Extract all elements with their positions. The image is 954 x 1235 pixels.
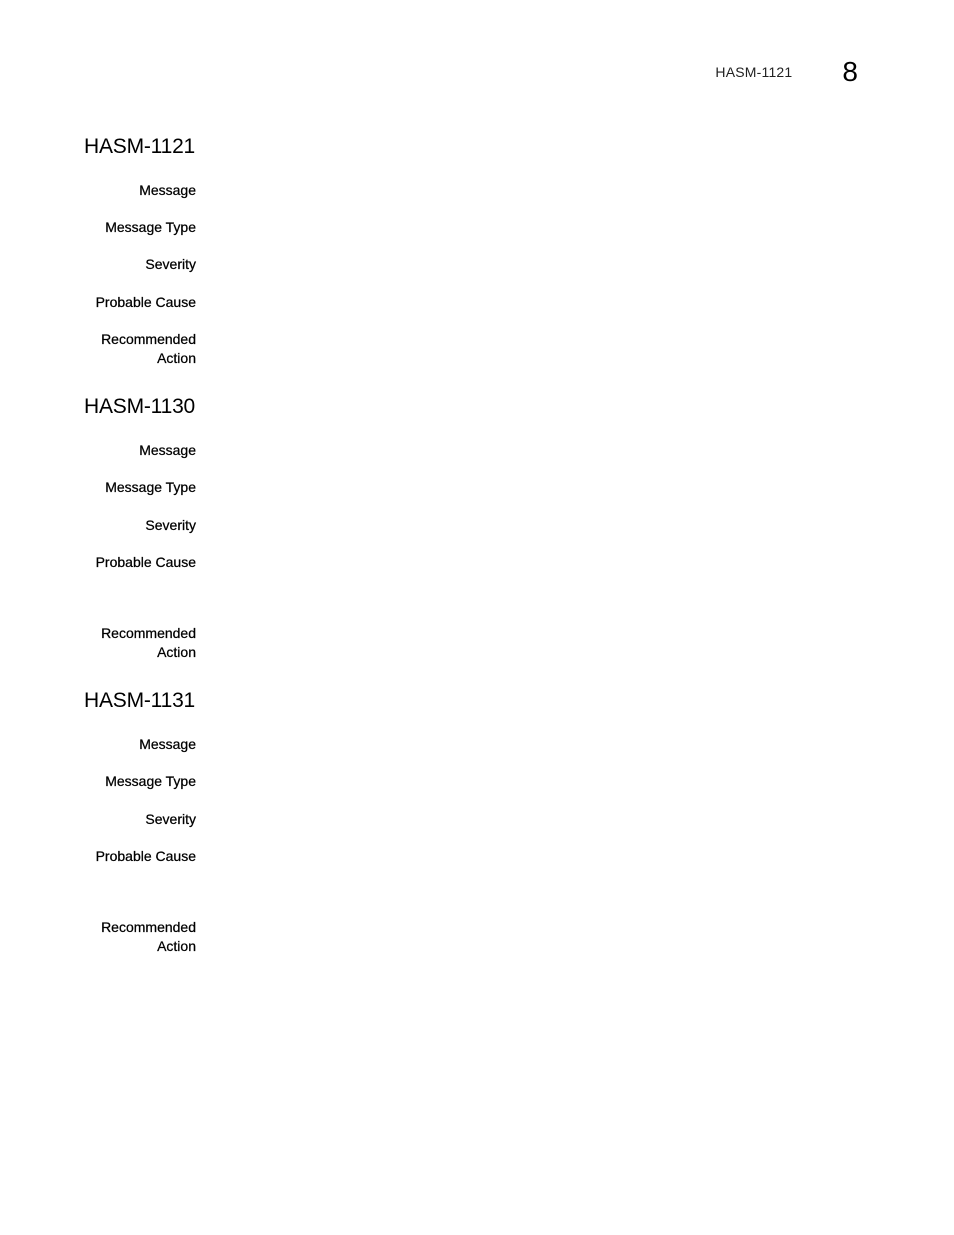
message-section: HASM-1131 Message Message Type Severity … bbox=[84, 689, 864, 954]
field-label-recommended-action: Recommended Action bbox=[84, 918, 196, 956]
field-label-severity: Severity bbox=[145, 256, 196, 272]
field-label-probable-cause: Probable Cause bbox=[95, 848, 196, 864]
field-label-message: Message bbox=[139, 442, 196, 458]
field-label-message: Message bbox=[139, 182, 196, 198]
section-title: HASM-1131 bbox=[84, 689, 196, 712]
field-label-line: Action bbox=[157, 644, 196, 660]
section-title: HASM-1121 bbox=[84, 135, 196, 158]
field-label-message-type: Message Type bbox=[105, 773, 196, 789]
field-label-line: Recommended bbox=[101, 331, 196, 347]
chapter-number: 8 bbox=[842, 56, 858, 87]
field-label-message-type: Message Type bbox=[105, 219, 196, 235]
running-header: HASM-1121 8 bbox=[715, 56, 858, 88]
field-label-line: Recommended bbox=[101, 625, 196, 641]
field-label-severity: Severity bbox=[145, 517, 196, 533]
field-label-line: Recommended bbox=[101, 919, 196, 935]
message-section: HASM-1130 Message Message Type Severity … bbox=[84, 395, 864, 660]
field-label-message-type: Message Type bbox=[105, 479, 196, 495]
field-label-recommended-action: Recommended Action bbox=[84, 624, 196, 662]
message-section: HASM-1121 Message Message Type Severity … bbox=[84, 135, 864, 366]
field-label-recommended-action: Recommended Action bbox=[84, 330, 196, 368]
running-header-title: HASM-1121 bbox=[715, 64, 793, 80]
field-label-line: Action bbox=[157, 350, 196, 366]
field-label-line: Action bbox=[157, 938, 196, 954]
field-label-severity: Severity bbox=[145, 811, 196, 827]
section-title: HASM-1130 bbox=[84, 395, 196, 418]
field-label-probable-cause: Probable Cause bbox=[95, 554, 196, 570]
field-label-message: Message bbox=[139, 736, 196, 752]
field-label-probable-cause: Probable Cause bbox=[95, 294, 196, 310]
